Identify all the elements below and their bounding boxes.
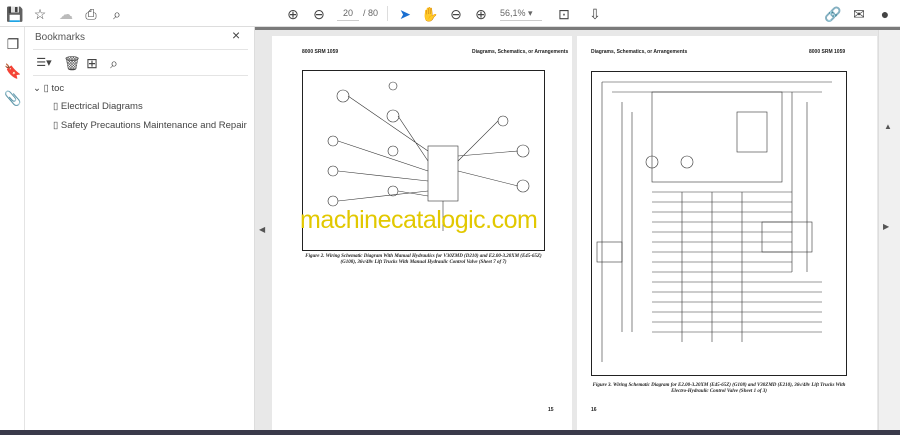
scroll-mode-icon[interactable]: ⇩: [586, 5, 604, 23]
add-bookmark-icon[interactable]: ⊞: [83, 54, 101, 72]
bookmark-electrical-diagrams[interactable]: ▯ Electrical Diagrams: [53, 101, 143, 112]
panel-title: Bookmarks: [35, 32, 86, 43]
close-icon[interactable]: ×: [232, 27, 240, 43]
select-cursor-icon[interactable]: ➤: [396, 5, 414, 23]
prev-page-arrow[interactable]: ◀: [259, 225, 265, 234]
options-icon[interactable]: ☰▾: [35, 54, 53, 72]
page-number-input[interactable]: 20: [337, 5, 359, 21]
bookmark-toc[interactable]: ⌄ ▯ toc: [33, 83, 64, 94]
zoom-out-icon[interactable]: ⊖: [447, 5, 465, 23]
pages-icon[interactable]: ❐: [4, 35, 22, 53]
bookmark-safety-precautions[interactable]: ▯ Safety Precautions Maintenance and Rep…: [53, 120, 247, 131]
fit-page-icon[interactable]: ⊡: [555, 5, 573, 23]
page-16: Diagrams, Schematics, or Arrangements 80…: [577, 36, 877, 436]
find-bookmark-icon[interactable]: ⌕: [105, 54, 123, 72]
attachment-icon[interactable]: 📎: [4, 89, 22, 107]
page-total: / 80: [363, 8, 379, 18]
hand-tool-icon[interactable]: ✋: [421, 5, 439, 23]
status-bar: [0, 430, 900, 435]
star-icon[interactable]: ☆: [31, 5, 49, 23]
scrollbar[interactable]: ▲ ▶: [878, 30, 900, 430]
share-link-icon[interactable]: 🔗: [824, 5, 842, 23]
delete-icon[interactable]: 🗑: [63, 54, 81, 72]
print-icon[interactable]: ⎙: [82, 5, 100, 23]
zoom-select[interactable]: 56,1% ▾: [500, 5, 542, 21]
email-icon[interactable]: ✉: [850, 5, 868, 23]
bookmark-icon[interactable]: 🔖: [4, 62, 22, 80]
next-page-arrow[interactable]: ▶: [883, 222, 889, 231]
page-up-icon[interactable]: ⊕: [284, 5, 302, 23]
wiring-diagram: [591, 71, 847, 376]
search-icon[interactable]: ⌕: [108, 5, 126, 23]
page-down-icon[interactable]: ⊖: [310, 5, 328, 23]
toolbar: 💾 ☆ ☁ ⎙ ⌕ ⊕ ⊖ 20 / 80 ➤ ✋ ⊖ ⊕ 56,1% ▾ ⊡ …: [0, 0, 900, 27]
account-icon[interactable]: ●: [876, 5, 894, 23]
watermark: machinecatalogic.com: [300, 206, 538, 234]
bookmarks-panel: Bookmarks × ☰▾ 🗑 ⊞ ⌕ ⌄ ▯ toc ▯ Electrica…: [25, 27, 255, 430]
upload-cloud-icon[interactable]: ☁: [57, 5, 75, 23]
save-icon[interactable]: 💾: [6, 5, 24, 23]
side-rail: ❐ 🔖 📎: [0, 27, 25, 435]
scroll-up-arrow[interactable]: ▲: [884, 122, 892, 131]
page-15: 8000 SRM 1059 Diagrams, Schematics, or A…: [272, 36, 572, 436]
zoom-in-icon[interactable]: ⊕: [472, 5, 490, 23]
